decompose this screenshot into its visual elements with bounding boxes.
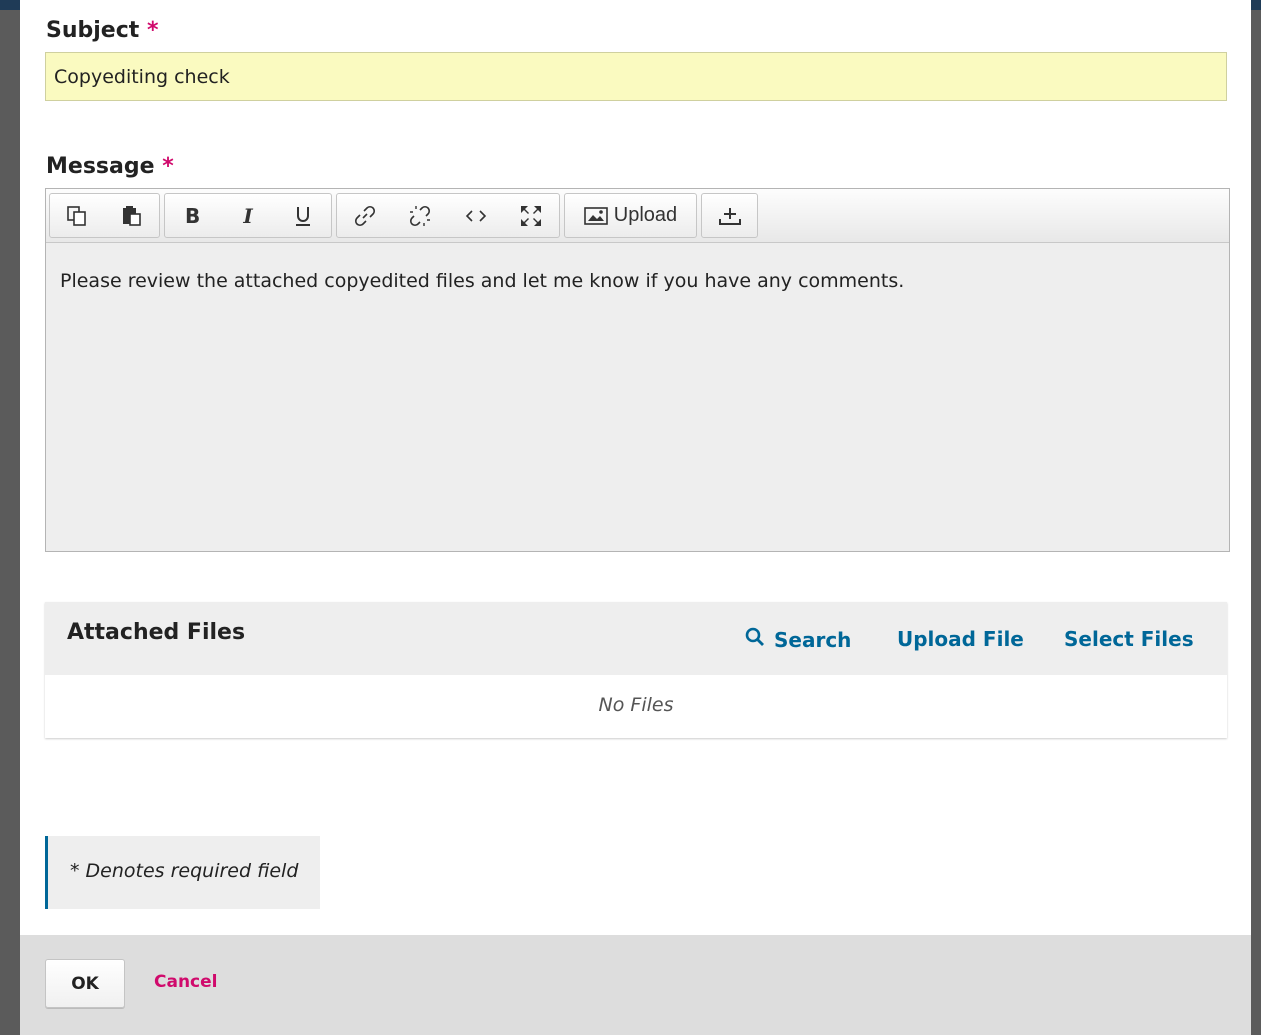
subject-required-mark: * xyxy=(146,18,159,43)
bold-icon: B xyxy=(185,203,201,228)
no-files-message: No Files xyxy=(598,694,674,716)
ok-button[interactable]: OK xyxy=(45,959,125,1008)
message-label: Message * xyxy=(46,154,174,179)
subject-label: Subject * xyxy=(46,18,158,43)
unlink-icon xyxy=(408,204,432,228)
subject-label-text: Subject xyxy=(46,18,140,43)
subject-input[interactable] xyxy=(45,52,1227,101)
attached-files-title: Attached Files xyxy=(67,620,246,645)
compose-email-modal: Subject * Message * xyxy=(20,0,1251,1035)
toolbar-group-insert xyxy=(701,193,758,238)
message-text: Please review the attached copyedited fi… xyxy=(60,270,905,292)
underline-icon xyxy=(293,204,313,228)
upload-file-link[interactable]: Upload File xyxy=(897,627,1024,651)
attached-files-panel: Attached Files Search Upload File Select… xyxy=(45,602,1227,738)
message-label-text: Message xyxy=(46,154,155,179)
message-editor-content[interactable]: Please review the attached copyedited fi… xyxy=(46,243,1229,319)
toolbar-group-upload: Upload xyxy=(564,193,697,238)
message-required-mark: * xyxy=(162,154,174,179)
toolbar-group-format: B I xyxy=(164,193,332,238)
select-files-link[interactable]: Select Files xyxy=(1064,627,1194,651)
link-button[interactable] xyxy=(337,194,393,237)
bold-button[interactable]: B xyxy=(165,194,220,237)
search-files-link[interactable]: Search xyxy=(745,627,851,652)
copy-button[interactable] xyxy=(50,194,105,237)
fullscreen-button[interactable] xyxy=(504,194,560,237)
modal-body: Subject * Message * xyxy=(20,0,1251,935)
underline-button[interactable] xyxy=(276,194,331,237)
cancel-link[interactable]: Cancel xyxy=(154,972,217,992)
modal-footer: OK Cancel xyxy=(20,935,1251,1035)
code-button[interactable] xyxy=(448,194,504,237)
editor-toolbar: B I Upload xyxy=(46,189,1229,243)
insert-icon xyxy=(718,205,742,227)
toolbar-group-clipboard xyxy=(49,193,160,238)
italic-icon: I xyxy=(243,203,253,228)
toolbar-group-link xyxy=(336,193,560,238)
required-field-note: * Denotes required field xyxy=(45,836,320,909)
attached-files-header: Attached Files Search Upload File Select… xyxy=(45,602,1227,675)
code-icon xyxy=(465,208,487,224)
search-icon xyxy=(745,627,765,652)
italic-button[interactable]: I xyxy=(220,194,275,237)
upload-label: Upload xyxy=(613,204,678,226)
insert-button[interactable] xyxy=(702,194,757,237)
unlink-button[interactable] xyxy=(393,194,449,237)
message-editor: B I Upload Please review the attached co… xyxy=(45,188,1230,552)
paste-icon xyxy=(121,205,143,227)
link-icon xyxy=(353,204,377,228)
image-upload-button[interactable]: Upload xyxy=(565,194,696,237)
copy-icon xyxy=(66,205,88,227)
image-icon xyxy=(583,206,608,226)
fullscreen-icon xyxy=(519,204,543,228)
search-files-label: Search xyxy=(774,627,852,652)
paste-button[interactable] xyxy=(105,194,159,237)
